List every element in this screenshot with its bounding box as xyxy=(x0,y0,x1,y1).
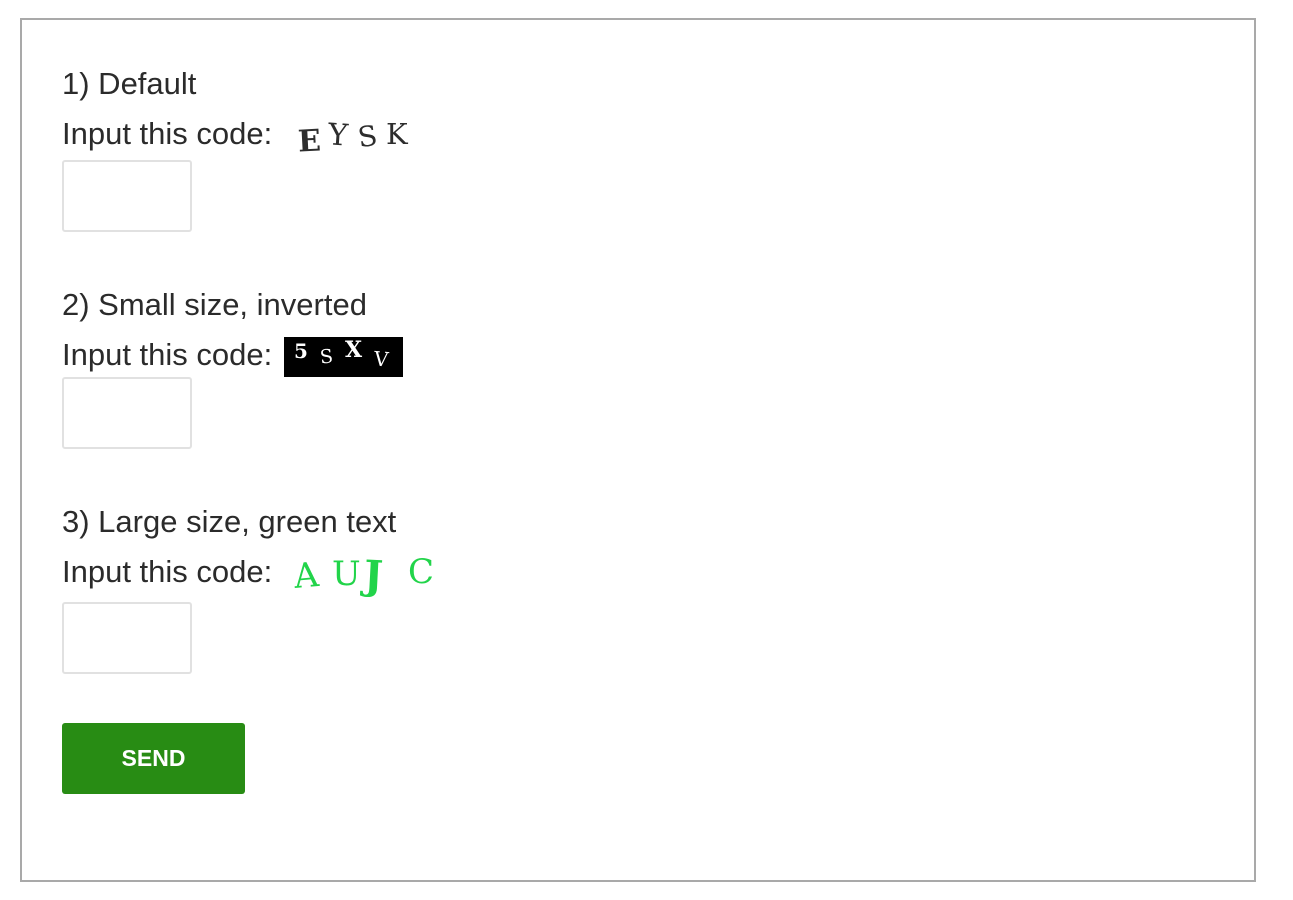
captcha-char: C xyxy=(408,552,435,592)
captcha-image-inverted: 5 S X V xyxy=(284,337,403,377)
captcha-char: 5 xyxy=(294,339,308,363)
captcha-char: S xyxy=(355,118,380,155)
captcha-code-input-3[interactable] xyxy=(62,602,192,674)
captcha-code-input-2[interactable] xyxy=(62,377,192,449)
captcha-section-inverted: 2) Small size, inverted Input this code:… xyxy=(62,287,403,449)
captcha-char: E xyxy=(297,123,322,160)
captcha-image-green: A U J C xyxy=(292,548,442,600)
captcha-code-input-1[interactable] xyxy=(62,160,192,232)
section-heading: 2) Small size, inverted xyxy=(62,287,367,322)
captcha-section-default: 1) Default Input this code: E Y S K xyxy=(62,66,408,232)
captcha-image-default: E Y S K xyxy=(296,116,416,160)
code-label: Input this code: xyxy=(62,553,273,589)
section-heading: 1) Default xyxy=(62,66,197,101)
captcha-char: S xyxy=(318,345,335,369)
code-label: Input this code: xyxy=(62,336,273,372)
code-row: Input this code: xyxy=(62,114,272,152)
captcha-char: U xyxy=(332,554,361,594)
captcha-char: V xyxy=(372,346,390,372)
captcha-char: K xyxy=(386,117,408,151)
code-row: Input this code: xyxy=(62,335,272,373)
code-label: Input this code: xyxy=(62,115,273,151)
captcha-char: Y xyxy=(326,117,350,154)
code-row: Input this code: xyxy=(62,552,272,590)
captcha-char: A xyxy=(292,555,321,597)
captcha-char: J xyxy=(362,551,385,600)
captcha-char: X xyxy=(345,337,363,363)
captcha-section-green: 3) Large size, green text Input this cod… xyxy=(62,504,434,674)
section-heading: 3) Large size, green text xyxy=(62,504,397,539)
send-button[interactable]: SEND xyxy=(62,723,245,794)
